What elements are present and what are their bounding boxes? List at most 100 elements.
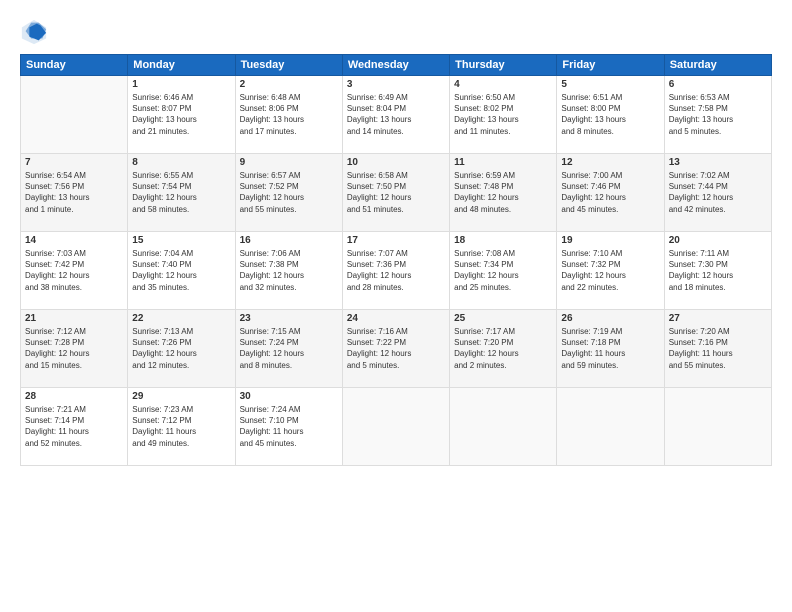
day-info: Sunrise: 7:16 AM Sunset: 7:22 PM Dayligh… [347, 326, 445, 371]
day-number: 17 [347, 235, 445, 246]
calendar-cell: 28 Sunrise: 7:21 AM Sunset: 7:14 PM Dayli… [21, 388, 128, 466]
calendar-cell: 14Sunrise: 7:03 AM Sunset: 7:42 PM Dayli… [21, 232, 128, 310]
day-info: Sunrise: 7:23 AM Sunset: 7:12 PM Dayligh… [132, 404, 230, 449]
calendar-cell: 17 Sunrise: 7:07 AM Sunset: 7:36 PM Dayli… [342, 232, 449, 310]
day-number: 29 [132, 391, 230, 402]
calendar-cell: 20 Sunrise: 7:11 AM Sunset: 7:30 PM Dayli… [664, 232, 771, 310]
calendar-cell [450, 388, 557, 466]
calendar-cell [664, 388, 771, 466]
day-info: Sunrise: 6:50 AM Sunset: 8:02 PM Dayligh… [454, 92, 552, 137]
header [20, 18, 772, 46]
day-info: Sunrise: 6:49 AM Sunset: 8:04 PM Dayligh… [347, 92, 445, 137]
week-row-3: 14Sunrise: 7:03 AM Sunset: 7:42 PM Dayli… [21, 232, 772, 310]
day-info: Sunrise: 7:00 AM Sunset: 7:46 PM Dayligh… [561, 170, 659, 215]
day-info: Sunrise: 7:10 AM Sunset: 7:32 PM Dayligh… [561, 248, 659, 293]
day-number: 23 [240, 313, 338, 324]
day-info: Sunrise: 6:57 AM Sunset: 7:52 PM Dayligh… [240, 170, 338, 215]
calendar-cell: 1 Sunrise: 6:46 AM Sunset: 8:07 PM Daylig… [128, 76, 235, 154]
logo [20, 18, 52, 46]
day-number: 16 [240, 235, 338, 246]
day-info: Sunrise: 6:48 AM Sunset: 8:06 PM Dayligh… [240, 92, 338, 137]
calendar-cell: 19 Sunrise: 7:10 AM Sunset: 7:32 PM Dayli… [557, 232, 664, 310]
column-header-wednesday: Wednesday [342, 55, 449, 76]
day-number: 19 [561, 235, 659, 246]
day-info: Sunrise: 7:02 AM Sunset: 7:44 PM Dayligh… [669, 170, 767, 215]
day-number: 21 [25, 313, 123, 324]
day-info: Sunrise: 7:03 AM Sunset: 7:42 PM Dayligh… [25, 248, 123, 293]
day-number: 15 [132, 235, 230, 246]
day-info: Sunrise: 7:04 AM Sunset: 7:40 PM Dayligh… [132, 248, 230, 293]
day-info: Sunrise: 7:15 AM Sunset: 7:24 PM Dayligh… [240, 326, 338, 371]
day-number: 12 [561, 157, 659, 168]
day-number: 18 [454, 235, 552, 246]
day-number: 20 [669, 235, 767, 246]
day-info: Sunrise: 7:13 AM Sunset: 7:26 PM Dayligh… [132, 326, 230, 371]
calendar-cell: 9Sunrise: 6:57 AM Sunset: 7:52 PM Daylig… [235, 154, 342, 232]
calendar: SundayMondayTuesdayWednesdayThursdayFrid… [20, 54, 772, 466]
calendar-cell: 10Sunrise: 6:58 AM Sunset: 7:50 PM Dayli… [342, 154, 449, 232]
day-number: 28 [25, 391, 123, 402]
calendar-cell [557, 388, 664, 466]
calendar-cell: 26 Sunrise: 7:19 AM Sunset: 7:18 PM Dayli… [557, 310, 664, 388]
day-number: 30 [240, 391, 338, 402]
day-info: Sunrise: 7:19 AM Sunset: 7:18 PM Dayligh… [561, 326, 659, 371]
day-number: 26 [561, 313, 659, 324]
day-info: Sunrise: 7:07 AM Sunset: 7:36 PM Dayligh… [347, 248, 445, 293]
calendar-cell: 16 Sunrise: 7:06 AM Sunset: 7:38 PM Dayli… [235, 232, 342, 310]
header-row: SundayMondayTuesdayWednesdayThursdayFrid… [21, 55, 772, 76]
column-header-saturday: Saturday [664, 55, 771, 76]
day-number: 2 [240, 79, 338, 90]
calendar-cell: 8Sunrise: 6:55 AM Sunset: 7:54 PM Daylig… [128, 154, 235, 232]
calendar-cell: 23 Sunrise: 7:15 AM Sunset: 7:24 PM Dayli… [235, 310, 342, 388]
day-info: Sunrise: 7:24 AM Sunset: 7:10 PM Dayligh… [240, 404, 338, 449]
column-header-sunday: Sunday [21, 55, 128, 76]
day-info: Sunrise: 7:21 AM Sunset: 7:14 PM Dayligh… [25, 404, 123, 449]
day-info: Sunrise: 7:06 AM Sunset: 7:38 PM Dayligh… [240, 248, 338, 293]
calendar-cell: 15 Sunrise: 7:04 AM Sunset: 7:40 PM Dayli… [128, 232, 235, 310]
day-info: Sunrise: 7:11 AM Sunset: 7:30 PM Dayligh… [669, 248, 767, 293]
day-info: Sunrise: 7:17 AM Sunset: 7:20 PM Dayligh… [454, 326, 552, 371]
calendar-cell: 27 Sunrise: 7:20 AM Sunset: 7:16 PM Dayli… [664, 310, 771, 388]
column-header-thursday: Thursday [450, 55, 557, 76]
day-number: 7 [25, 157, 123, 168]
day-info: Sunrise: 6:46 AM Sunset: 8:07 PM Dayligh… [132, 92, 230, 137]
calendar-cell: 7Sunrise: 6:54 AM Sunset: 7:56 PM Daylig… [21, 154, 128, 232]
day-info: Sunrise: 6:59 AM Sunset: 7:48 PM Dayligh… [454, 170, 552, 215]
day-number: 13 [669, 157, 767, 168]
day-info: Sunrise: 7:08 AM Sunset: 7:34 PM Dayligh… [454, 248, 552, 293]
calendar-cell: 21 Sunrise: 7:12 AM Sunset: 7:28 PM Dayli… [21, 310, 128, 388]
calendar-cell: 24 Sunrise: 7:16 AM Sunset: 7:22 PM Dayli… [342, 310, 449, 388]
day-number: 4 [454, 79, 552, 90]
week-row-5: 28 Sunrise: 7:21 AM Sunset: 7:14 PM Dayli… [21, 388, 772, 466]
calendar-cell: 29 Sunrise: 7:23 AM Sunset: 7:12 PM Dayli… [128, 388, 235, 466]
day-info: Sunrise: 7:12 AM Sunset: 7:28 PM Dayligh… [25, 326, 123, 371]
calendar-cell [21, 76, 128, 154]
day-number: 5 [561, 79, 659, 90]
calendar-cell: 12 Sunrise: 7:00 AM Sunset: 7:46 PM Dayli… [557, 154, 664, 232]
day-number: 1 [132, 79, 230, 90]
day-number: 8 [132, 157, 230, 168]
day-number: 3 [347, 79, 445, 90]
calendar-cell [342, 388, 449, 466]
day-info: Sunrise: 6:53 AM Sunset: 7:58 PM Dayligh… [669, 92, 767, 137]
week-row-4: 21 Sunrise: 7:12 AM Sunset: 7:28 PM Dayli… [21, 310, 772, 388]
calendar-cell: 3 Sunrise: 6:49 AM Sunset: 8:04 PM Daylig… [342, 76, 449, 154]
day-info: Sunrise: 7:20 AM Sunset: 7:16 PM Dayligh… [669, 326, 767, 371]
day-info: Sunrise: 6:51 AM Sunset: 8:00 PM Dayligh… [561, 92, 659, 137]
calendar-cell: 6 Sunrise: 6:53 AM Sunset: 7:58 PM Daylig… [664, 76, 771, 154]
column-header-monday: Monday [128, 55, 235, 76]
calendar-cell: 25 Sunrise: 7:17 AM Sunset: 7:20 PM Dayli… [450, 310, 557, 388]
day-number: 24 [347, 313, 445, 324]
calendar-cell: 4 Sunrise: 6:50 AM Sunset: 8:02 PM Daylig… [450, 76, 557, 154]
column-header-friday: Friday [557, 55, 664, 76]
calendar-cell: 13 Sunrise: 7:02 AM Sunset: 7:44 PM Dayli… [664, 154, 771, 232]
page: SundayMondayTuesdayWednesdayThursdayFrid… [0, 0, 792, 612]
day-number: 6 [669, 79, 767, 90]
column-header-tuesday: Tuesday [235, 55, 342, 76]
day-number: 25 [454, 313, 552, 324]
calendar-cell: 18 Sunrise: 7:08 AM Sunset: 7:34 PM Dayli… [450, 232, 557, 310]
calendar-cell: 30 Sunrise: 7:24 AM Sunset: 7:10 PM Dayli… [235, 388, 342, 466]
day-number: 22 [132, 313, 230, 324]
day-number: 27 [669, 313, 767, 324]
day-number: 10 [347, 157, 445, 168]
